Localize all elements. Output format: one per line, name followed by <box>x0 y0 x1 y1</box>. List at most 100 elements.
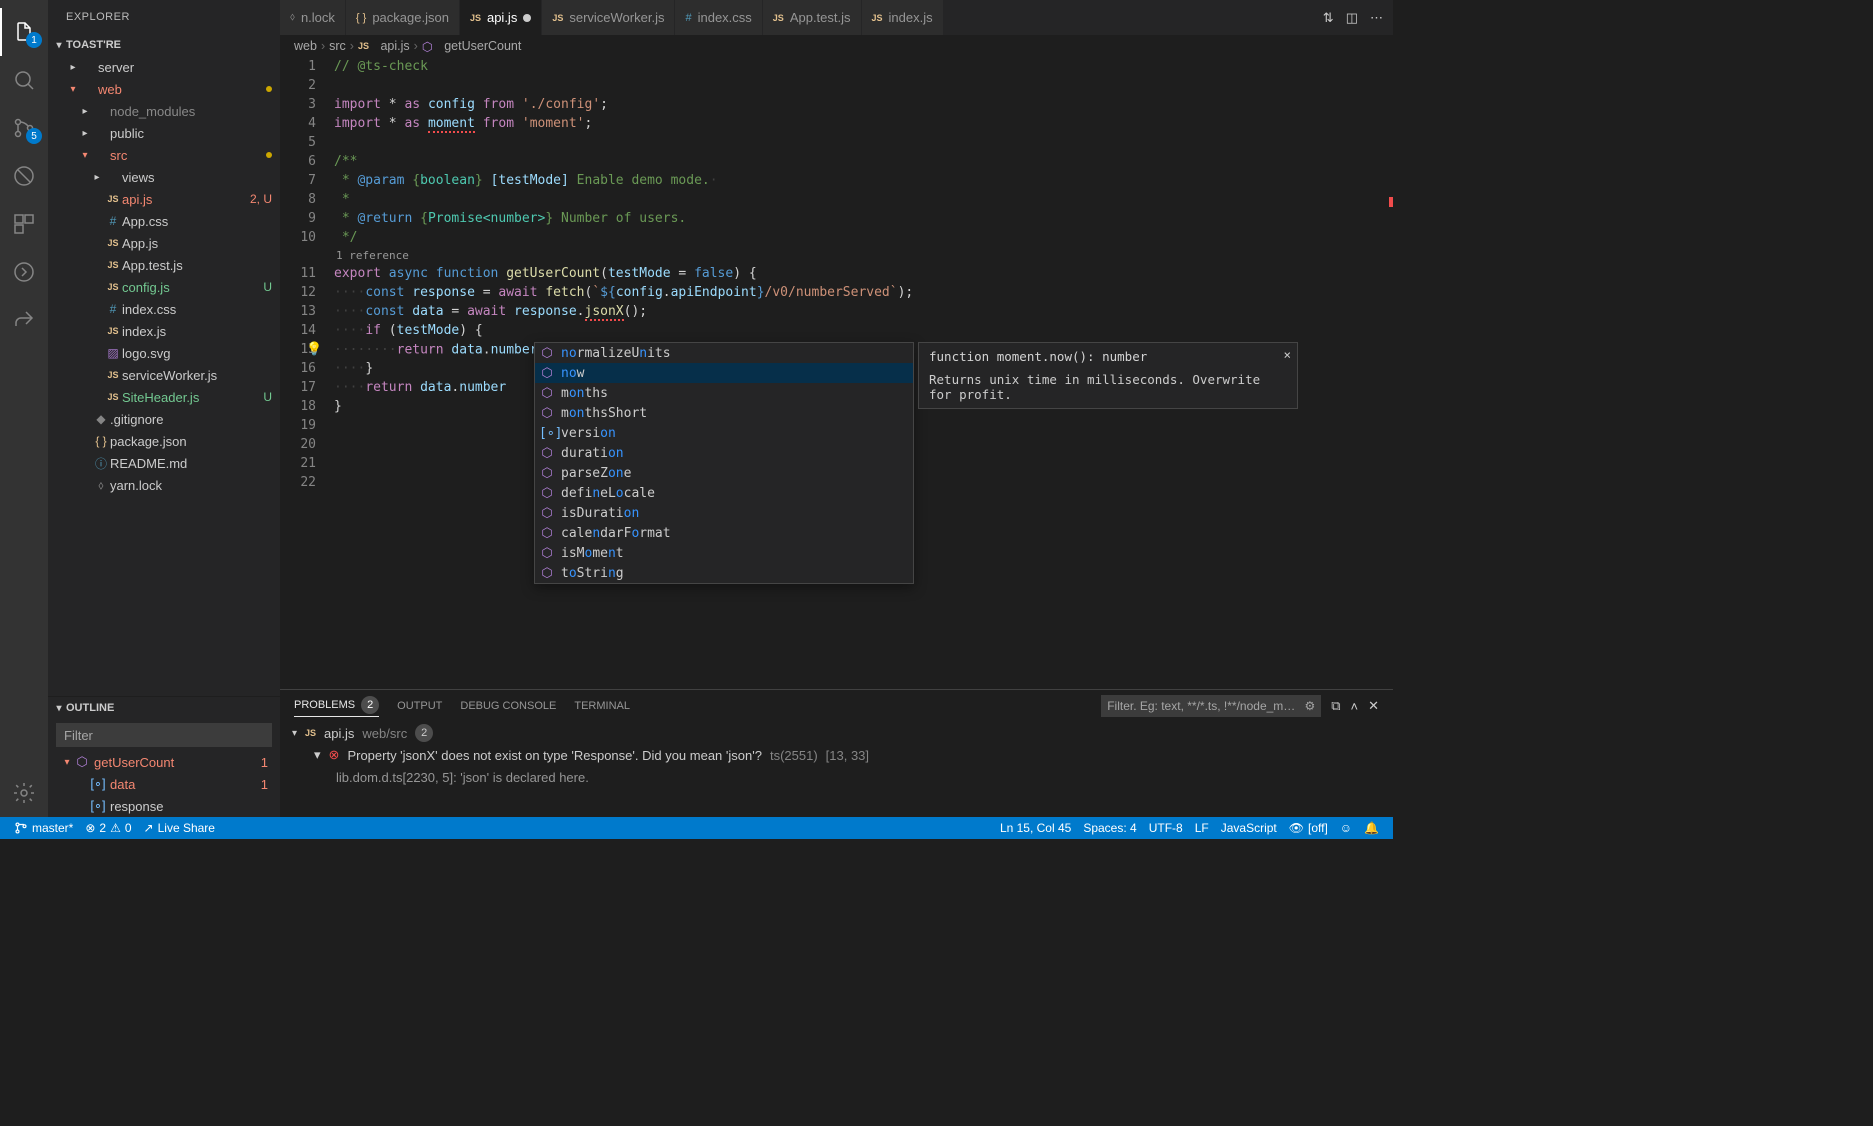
outline-header[interactable]: ▾OUTLINE <box>48 697 280 719</box>
status-bar: master* ⊗2 ⚠0 ↗Live Share Ln 15, Col 45 … <box>0 817 1393 839</box>
editor[interactable]: 12345678910111213141516171819202122 // @… <box>280 57 1393 689</box>
preview-status[interactable]: 👁 [off] <box>1283 821 1334 835</box>
editor-tab[interactable]: ⬨n.lock <box>280 0 346 35</box>
sidebar: EXPLORER ▾TOAST'RE ▸server▾web▸node_modu… <box>48 0 280 817</box>
autocomplete-item[interactable]: ⬡duration <box>535 443 913 463</box>
settings-gear-icon[interactable] <box>0 769 48 817</box>
outline-title: OUTLINE <box>66 702 114 714</box>
search-icon[interactable] <box>0 56 48 104</box>
file-row[interactable]: JSApp.test.js <box>48 254 280 276</box>
file-row[interactable]: ⓘREADME.md <box>48 452 280 474</box>
outline-item[interactable]: ▾⬡getUserCount1 <box>48 751 280 773</box>
editor-tab[interactable]: { }package.json <box>346 0 460 35</box>
dirty-indicator <box>523 14 531 22</box>
problem-related[interactable]: lib.dom.d.ts[2230, 5]: 'json' is declare… <box>292 766 1381 788</box>
file-row[interactable]: JSSiteHeader.jsU <box>48 386 280 408</box>
file-row[interactable]: JSconfig.jsU <box>48 276 280 298</box>
breadcrumb-item[interactable]: api.js <box>380 39 409 53</box>
debug-icon[interactable] <box>0 152 48 200</box>
folder-row[interactable]: ▸public <box>48 122 280 144</box>
doc-signature: function moment.now(): number <box>929 349 1287 364</box>
breadcrumb-item[interactable]: web <box>294 39 317 53</box>
editor-tab[interactable]: JSindex.js <box>862 0 944 35</box>
problem-code: ts(2551) <box>770 748 818 763</box>
file-tree: ▸server▾web▸node_modules▸public▾src▸view… <box>48 56 280 696</box>
lightbulb-icon[interactable]: 💡 <box>306 342 322 357</box>
autocomplete-item[interactable]: ⬡monthsShort <box>535 403 913 423</box>
problems-filter[interactable]: Filter. Eg: text, **/*.ts, !**/node_m…⚙ <box>1101 695 1321 717</box>
editor-tab[interactable]: JSApp.test.js <box>763 0 862 35</box>
indentation-status[interactable]: Spaces: 4 <box>1077 821 1142 835</box>
file-row[interactable]: JSApp.js <box>48 232 280 254</box>
explorer-icon[interactable]: 1 <box>0 8 48 56</box>
folder-row[interactable]: ▸server <box>48 56 280 78</box>
autocomplete-item[interactable]: ⬡toString <box>535 563 913 583</box>
autocomplete-item[interactable]: [∘]version <box>535 423 913 443</box>
panel-close-icon[interactable]: ✕ <box>1368 698 1379 714</box>
project-header[interactable]: ▾TOAST'RE <box>48 34 280 56</box>
extensions-icon[interactable] <box>0 200 48 248</box>
editor-tab[interactable]: #index.css <box>675 0 762 35</box>
share-icon[interactable] <box>0 296 48 344</box>
file-row[interactable]: ▨logo.svg <box>48 342 280 364</box>
autocomplete-item[interactable]: ⬡parseZone <box>535 463 913 483</box>
outline-item[interactable]: [∘]response <box>48 795 280 817</box>
autocomplete-item[interactable]: ⬡calendarFormat <box>535 523 913 543</box>
split-editor-icon[interactable]: ◫ <box>1346 10 1358 26</box>
tab-problems[interactable]: PROBLEMS 2 <box>294 696 379 717</box>
folder-row[interactable]: ▸views <box>48 166 280 188</box>
file-row[interactable]: { }package.json <box>48 430 280 452</box>
feedback-icon[interactable]: ☺ <box>1334 821 1358 835</box>
remote-icon[interactable] <box>0 248 48 296</box>
breadcrumb-item[interactable]: src <box>329 39 346 53</box>
minimap-error-marker[interactable] <box>1389 197 1393 207</box>
scm-icon[interactable]: 5 <box>0 104 48 152</box>
language-status[interactable]: JavaScript <box>1215 821 1283 835</box>
folder-row[interactable]: ▾src <box>48 144 280 166</box>
collapse-all-icon[interactable]: ⧉ <box>1331 698 1340 714</box>
file-row[interactable]: JSapi.js2, U <box>48 188 280 210</box>
editor-tab[interactable]: JSapi.js <box>460 0 542 35</box>
file-row[interactable]: ⬨yarn.lock <box>48 474 280 496</box>
breadcrumb[interactable]: web› src› JS api.js› ⬡ getUserCount <box>280 35 1393 57</box>
autocomplete-item[interactable]: ⬡defineLocale <box>535 483 913 503</box>
codelens[interactable]: 1 reference <box>334 249 1393 266</box>
file-row[interactable]: JSindex.js <box>48 320 280 342</box>
editor-tab[interactable]: JSserviceWorker.js <box>542 0 675 35</box>
branch-status[interactable]: master* <box>8 817 79 839</box>
compare-icon[interactable]: ⇅ <box>1323 10 1334 26</box>
file-row[interactable]: #index.css <box>48 298 280 320</box>
problem-file-name: api.js <box>324 726 354 741</box>
file-row[interactable]: JSserviceWorker.js <box>48 364 280 386</box>
autocomplete-popup[interactable]: ⬡normalizeUnits⬡now⬡months⬡monthsShort[∘… <box>534 342 914 584</box>
problem-row[interactable]: ▾ ⊗ Property 'jsonX' does not exist on t… <box>292 744 1381 766</box>
folder-row[interactable]: ▾web <box>48 78 280 100</box>
tab-debug-console[interactable]: DEBUG CONSOLE <box>460 700 556 712</box>
problem-file-row[interactable]: ▾ JS api.js web/src 2 <box>292 722 1381 744</box>
live-share-status[interactable]: ↗Live Share <box>138 817 221 839</box>
more-icon[interactable]: ⋯ <box>1370 10 1383 26</box>
outline-item[interactable]: [∘]data1 <box>48 773 280 795</box>
file-row[interactable]: #App.css <box>48 210 280 232</box>
eol-status[interactable]: LF <box>1189 821 1215 835</box>
autocomplete-item[interactable]: ⬡normalizeUnits <box>535 343 913 363</box>
cursor-position[interactable]: Ln 15, Col 45 <box>994 821 1077 835</box>
outline-filter[interactable]: Filter <box>56 723 272 747</box>
folder-row[interactable]: ▸node_modules <box>48 100 280 122</box>
tab-output[interactable]: OUTPUT <box>397 700 442 712</box>
problem-file-path: web/src <box>362 726 407 741</box>
autocomplete-item[interactable]: ⬡now <box>535 363 913 383</box>
problem-location: [13, 33] <box>826 748 869 763</box>
file-row[interactable]: ◆.gitignore <box>48 408 280 430</box>
autocomplete-item[interactable]: ⬡months <box>535 383 913 403</box>
encoding-status[interactable]: UTF-8 <box>1143 821 1189 835</box>
sidebar-title: EXPLORER <box>48 0 280 34</box>
autocomplete-item[interactable]: ⬡isDuration <box>535 503 913 523</box>
errors-status[interactable]: ⊗2 ⚠0 <box>79 817 137 839</box>
breadcrumb-item[interactable]: getUserCount <box>444 39 521 53</box>
autocomplete-item[interactable]: ⬡isMoment <box>535 543 913 563</box>
panel-maximize-icon[interactable]: ˄ <box>1351 699 1359 714</box>
tab-terminal[interactable]: TERMINAL <box>574 700 630 712</box>
notifications-icon[interactable]: 🔔 <box>1358 821 1385 835</box>
close-icon[interactable]: × <box>1283 347 1291 362</box>
